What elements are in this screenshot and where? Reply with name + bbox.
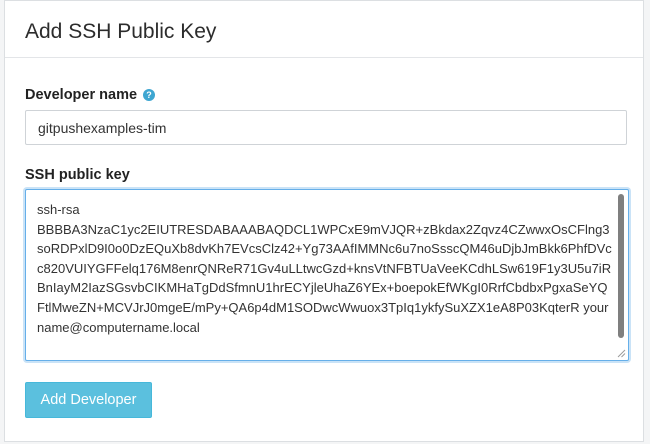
developer-name-label: Developer name? (25, 87, 156, 103)
resize-grip-icon[interactable] (617, 349, 626, 358)
panel-header: Add SSH Public Key (5, 1, 643, 58)
developer-name-label-text: Developer name (25, 87, 138, 103)
developer-name-input[interactable] (25, 110, 627, 145)
add-developer-button[interactable]: Add Developer (25, 382, 152, 418)
textarea-scrollbar[interactable] (618, 194, 624, 338)
help-icon[interactable]: ? (143, 89, 156, 101)
ssh-key-label: SSH public key (25, 167, 130, 183)
add-ssh-key-panel: Add SSH Public Key Developer name? SSH p… (4, 0, 644, 442)
page-title: Add SSH Public Key (25, 20, 217, 43)
ssh-key-textarea[interactable]: ssh-rsa BBBBA3NzaC1yc2EIUTRESDABAAABAQDC… (25, 189, 629, 361)
ssh-key-text: ssh-rsa BBBBA3NzaC1yc2EIUTRESDABAAABAQDC… (37, 202, 612, 335)
